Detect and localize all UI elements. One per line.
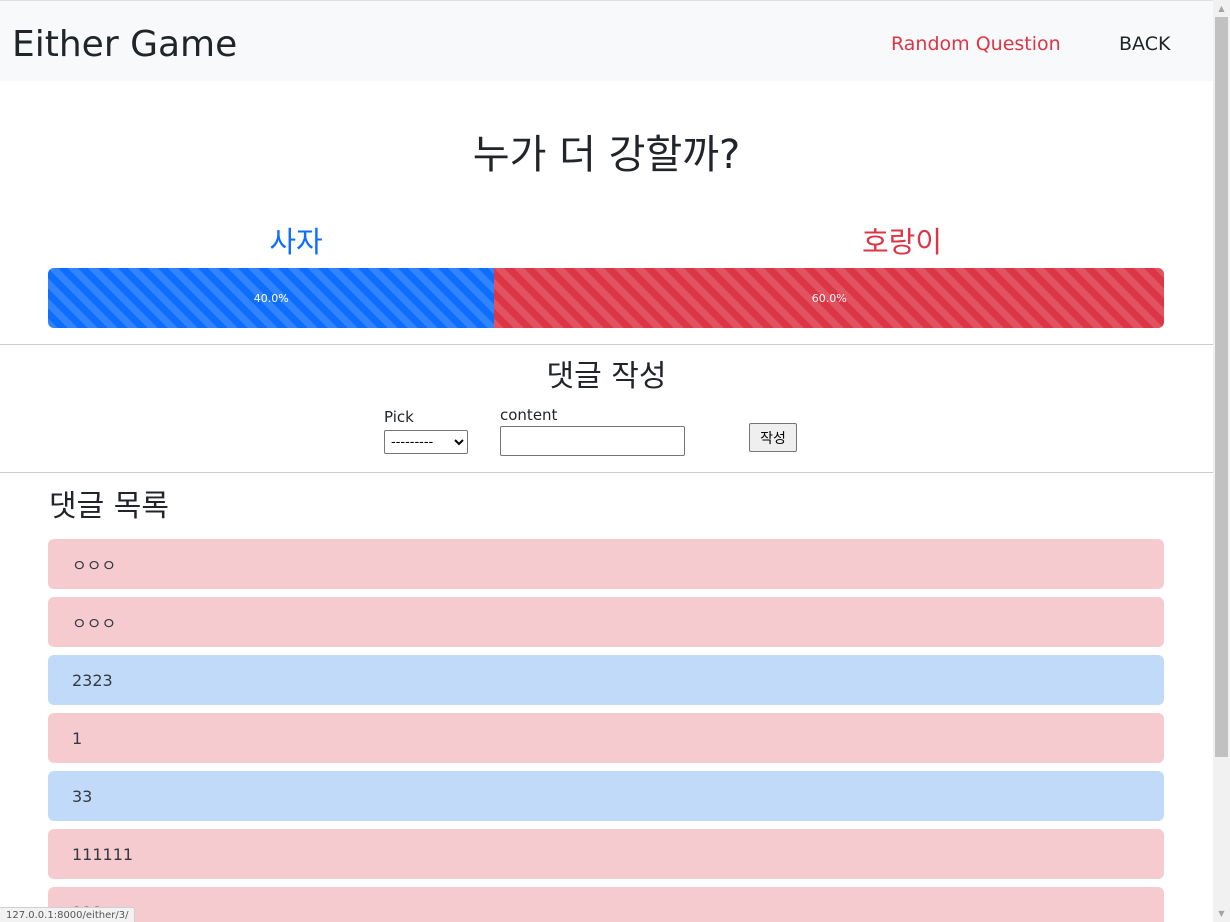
comment-item: 33 <box>48 771 1164 821</box>
divider <box>0 344 1213 345</box>
submit-comment-button[interactable]: 작성 <box>749 423 797 452</box>
comment-item: 1 <box>48 713 1164 763</box>
content-label: content <box>500 406 558 424</box>
divider <box>0 472 1213 473</box>
comment-item: ㅇㅇㅇ <box>48 539 1164 589</box>
random-question-link[interactable]: Random Question <box>891 31 1061 57</box>
vertical-scrollbar[interactable]: ▲ ▼ <box>1213 0 1230 922</box>
pick-label: Pick <box>384 408 414 426</box>
comment-item: 2323 <box>48 655 1164 705</box>
comment-form-title: 댓글 작성 <box>546 359 667 394</box>
content-input[interactable] <box>500 426 685 456</box>
progress-bar-option-b: 60.0% <box>494 268 1164 328</box>
comment-list: ㅇㅇㅇㅇㅇㅇ2323133111111222 <box>48 539 1164 922</box>
back-link[interactable]: BACK <box>1119 31 1170 57</box>
brand-link[interactable]: Either Game <box>12 21 237 69</box>
option-a-label: 사자 <box>269 225 323 259</box>
question-title: 누가 더 강할까? <box>472 132 741 178</box>
progress-label-option-a: 40.0% <box>253 291 289 305</box>
comment-item: 222 <box>48 887 1164 922</box>
option-b-label: 호랑이 <box>861 225 943 259</box>
vote-progress: 40.0% 60.0% <box>48 268 1164 328</box>
scrollbar-thumb[interactable] <box>1215 17 1228 757</box>
navbar: Either Game Random Question BACK <box>0 0 1213 81</box>
pick-select[interactable]: --------- <box>384 430 468 454</box>
status-bar-url: 127.0.0.1:8000/either/3/ <box>0 907 136 922</box>
progress-bar-option-a: 40.0% <box>48 268 495 328</box>
comment-item: ㅇㅇㅇ <box>48 597 1164 647</box>
page: Either Game Random Question BACK 누가 더 강할… <box>0 0 1213 922</box>
scroll-down-arrow-icon[interactable]: ▼ <box>1213 905 1230 922</box>
scroll-up-arrow-icon[interactable]: ▲ <box>1213 0 1230 17</box>
progress-label-option-b: 60.0% <box>811 291 847 305</box>
comment-list-title: 댓글 목록 <box>49 489 169 524</box>
comment-item: 111111 <box>48 829 1164 879</box>
